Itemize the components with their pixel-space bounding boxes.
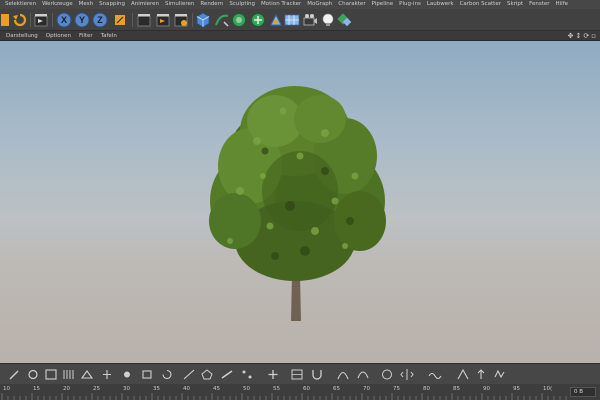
- paint-icon[interactable]: [26, 368, 40, 381]
- light-icon[interactable]: [320, 12, 336, 28]
- menu-snapping[interactable]: Snapping: [96, 0, 128, 9]
- axis-lock-icon[interactable]: [100, 368, 114, 381]
- rotate-icon[interactable]: ⟳: [583, 31, 589, 41]
- deformer-icon[interactable]: [268, 12, 284, 28]
- menu-plug-ins[interactable]: Plug-ins: [396, 0, 424, 9]
- viewport-navigation: ✥ ↕ ⟳ ▫: [568, 31, 596, 41]
- coordinate-system-icon[interactable]: [112, 12, 128, 28]
- smooth-icon[interactable]: [428, 368, 442, 381]
- point-icon[interactable]: [240, 368, 254, 381]
- timeline-ruler[interactable]: 10 15 20 25 30 35 40 45 50 55 60 65 70 7…: [0, 384, 600, 400]
- menu-charakter[interactable]: Charakter: [335, 0, 368, 9]
- brush-stroke-icon[interactable]: [456, 368, 470, 381]
- undo-icon[interactable]: [12, 12, 28, 28]
- main-menu-bar: Selektieren Werkzeuge Mesh Snapping Anim…: [0, 0, 600, 9]
- menu-mesh[interactable]: Mesh: [76, 0, 96, 9]
- pen-spline-icon[interactable]: [214, 12, 230, 28]
- menu-werkzeuge[interactable]: Werkzeuge: [39, 0, 76, 9]
- render-picture-viewer-icon[interactable]: [155, 12, 171, 28]
- bottom-tool-strip: [0, 363, 600, 384]
- menu-pipeline[interactable]: Pipeline: [369, 0, 397, 9]
- move-icon[interactable]: ✥: [568, 31, 574, 41]
- keyframe-grid-icon[interactable]: [62, 368, 76, 381]
- tick-label: 40: [183, 386, 190, 392]
- menu-rendern[interactable]: Rendern: [197, 0, 226, 9]
- bezier-icon[interactable]: [356, 368, 370, 381]
- viewport-menu-tafeln[interactable]: Tafeln: [97, 31, 121, 41]
- svg-text:Y: Y: [79, 15, 85, 25]
- add-icon[interactable]: [266, 368, 280, 381]
- menu-hilfe[interactable]: Hilfe: [553, 0, 572, 9]
- tick-label: 70: [363, 386, 370, 392]
- tick-label: 90: [483, 386, 490, 392]
- menu-simulieren[interactable]: Simulieren: [162, 0, 197, 9]
- tick-label: 60: [303, 386, 310, 392]
- brush-icon[interactable]: [8, 368, 22, 381]
- viewport-menu-filter[interactable]: Filter: [75, 31, 97, 41]
- tick-label: 75: [393, 386, 400, 392]
- z-axis-button[interactable]: Z: [92, 12, 108, 28]
- menu-mograph[interactable]: MoGraph: [304, 0, 335, 9]
- svg-text:X: X: [61, 15, 67, 25]
- tick-label: 80: [423, 386, 430, 392]
- tick-label: 20: [63, 386, 70, 392]
- menu-motion-tracker[interactable]: Motion Tracker: [258, 0, 304, 9]
- cube-icon[interactable]: [195, 12, 211, 28]
- scale-tool-icon[interactable]: [140, 368, 154, 381]
- render-view-icon[interactable]: [136, 12, 152, 28]
- edge-icon[interactable]: [220, 368, 234, 381]
- record-icon[interactable]: [44, 368, 58, 381]
- floor-grid-icon[interactable]: [284, 12, 300, 28]
- clapboard-icon[interactable]: [33, 12, 49, 28]
- tick-label: 15: [33, 386, 40, 392]
- tick-label: 25: [93, 386, 100, 392]
- tick-label: 85: [453, 386, 460, 392]
- symmetry-icon[interactable]: [400, 368, 414, 381]
- menu-animieren[interactable]: Animieren: [128, 0, 162, 9]
- tick-label: 95: [513, 386, 520, 392]
- menu-fenster[interactable]: Fenster: [526, 0, 552, 9]
- cloner-icon[interactable]: [250, 12, 266, 28]
- tree-model: [209, 86, 386, 321]
- tick-label: 50: [243, 386, 250, 392]
- tick-label: 10(: [543, 386, 553, 392]
- snap-icon[interactable]: [80, 368, 94, 381]
- viewport-menu-bar: Darstellung Optionen Filter Tafeln: [0, 31, 600, 41]
- grab-icon[interactable]: [492, 368, 506, 381]
- tick-label: 65: [333, 386, 340, 392]
- subdivision-surface-icon[interactable]: [231, 12, 247, 28]
- camera-icon[interactable]: [302, 12, 318, 28]
- menu-selektieren[interactable]: Selektieren: [2, 0, 39, 9]
- pull-icon[interactable]: [474, 368, 488, 381]
- tags-icon[interactable]: [337, 12, 353, 28]
- x-axis-button[interactable]: X: [56, 12, 72, 28]
- main-toolbar: X Y Z: [0, 9, 600, 31]
- rotate-tool-icon[interactable]: [160, 368, 174, 381]
- frame-icon[interactable]: [290, 368, 304, 381]
- render-settings-icon[interactable]: [173, 12, 189, 28]
- menu-laubwerk[interactable]: Laubwerk: [424, 0, 457, 9]
- curve-icon[interactable]: [336, 368, 350, 381]
- viewport-menu-optionen[interactable]: Optionen: [42, 31, 75, 41]
- y-axis-button[interactable]: Y: [74, 12, 90, 28]
- svg-text:Z: Z: [97, 15, 103, 25]
- magnet-icon[interactable]: [310, 368, 324, 381]
- menu-sculpting[interactable]: Sculpting: [226, 0, 258, 9]
- tick-label: 35: [153, 386, 160, 392]
- tick-label: 30: [123, 386, 130, 392]
- zoom-icon[interactable]: ↕: [576, 31, 582, 41]
- menu-carbon-scatter[interactable]: Carbon Scatter: [457, 0, 504, 9]
- move-tool-icon[interactable]: [120, 368, 134, 381]
- polygon-icon[interactable]: [200, 368, 214, 381]
- tick-label: 45: [213, 386, 220, 392]
- menu-skript[interactable]: Skript: [504, 0, 526, 9]
- knife-icon[interactable]: [182, 368, 196, 381]
- 3d-viewport[interactable]: [0, 41, 600, 363]
- tick-label: 55: [273, 386, 280, 392]
- viewport-menu-darstellung[interactable]: Darstellung: [2, 31, 42, 41]
- tick-label: 10: [3, 386, 10, 392]
- current-frame-field[interactable]: 0 B: [570, 387, 596, 397]
- maximize-icon[interactable]: ▫: [591, 31, 596, 41]
- weight-icon[interactable]: [380, 368, 394, 381]
